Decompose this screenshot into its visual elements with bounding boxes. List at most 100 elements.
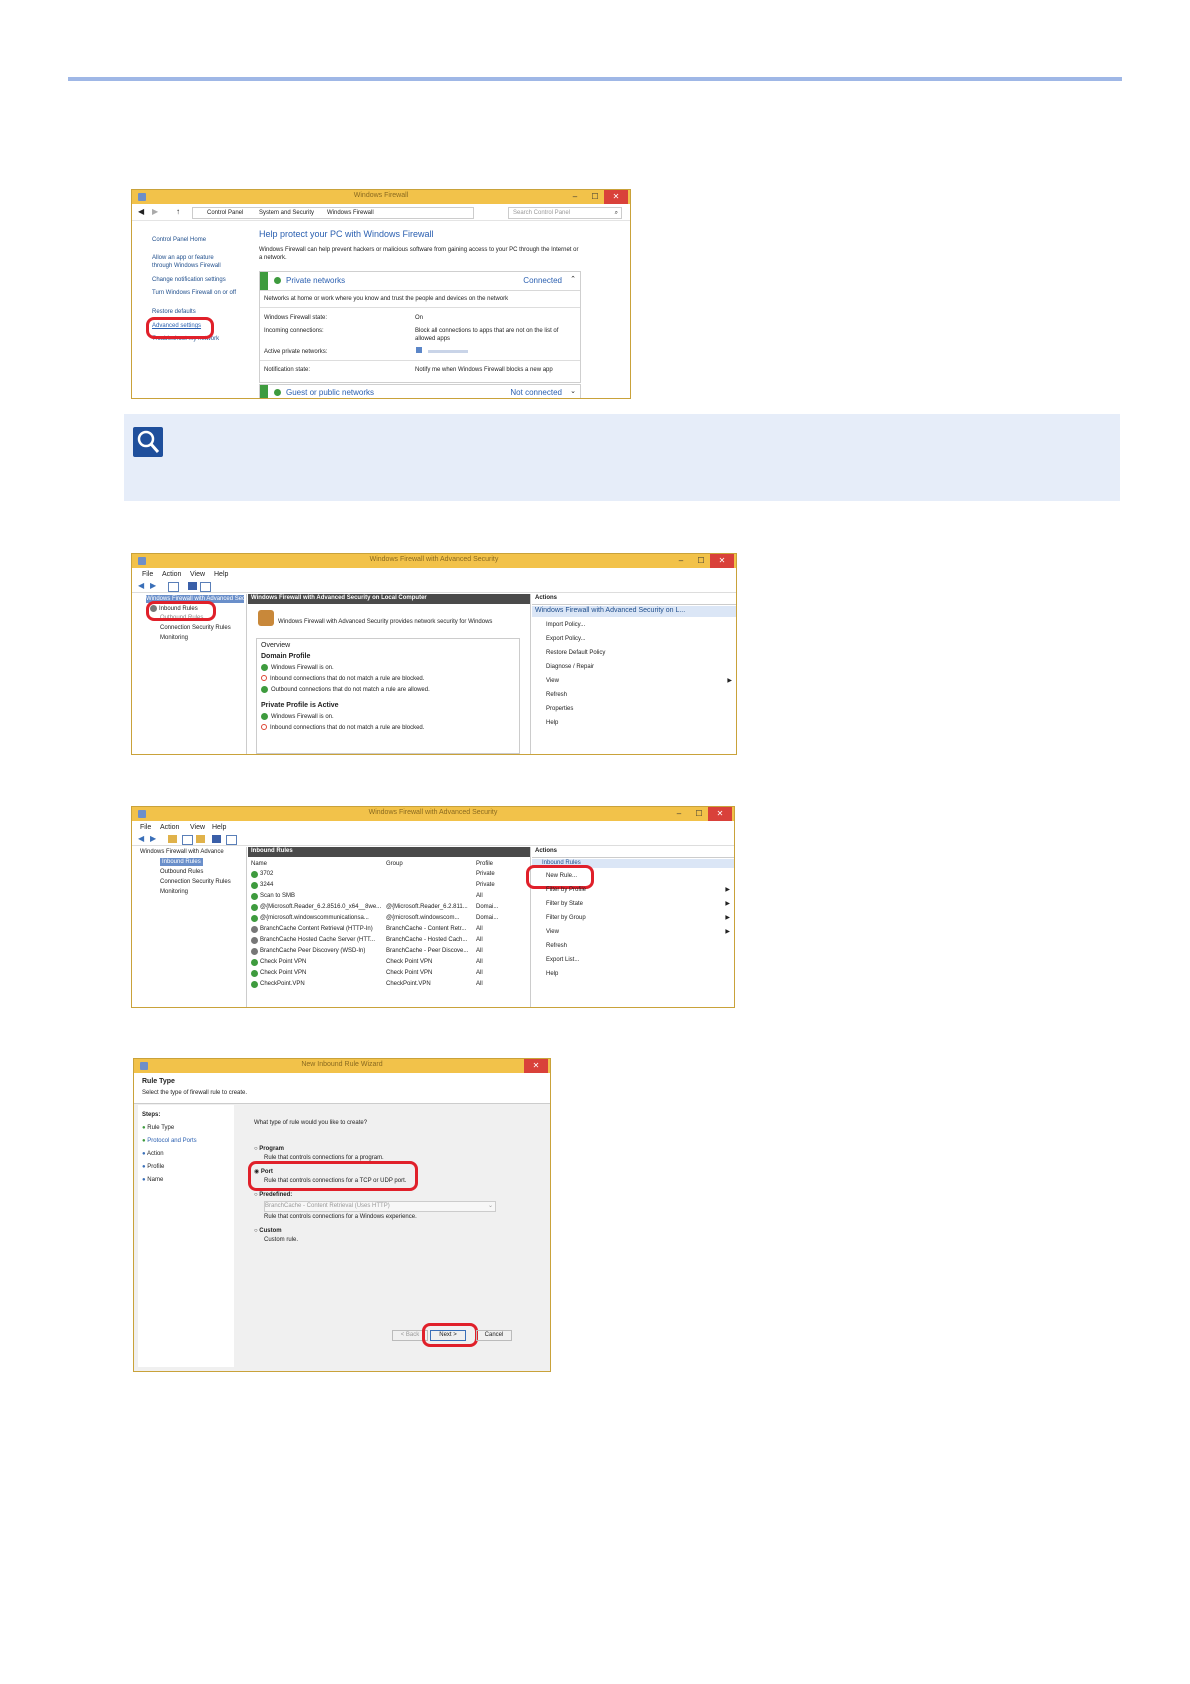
sidebar-home[interactable]: Control Panel Home [152,236,206,244]
maximize-button[interactable]: ☐ [690,807,708,821]
table-row[interactable]: @{Microsoft.Reader_6.2.8516.0_x64__8we..… [248,903,530,913]
export-icon[interactable] [196,835,205,843]
action-help[interactable]: Help [546,719,558,727]
minimize-button[interactable]: – [670,807,688,821]
maximize-button[interactable]: ☐ [586,190,604,204]
crumb-windows-firewall[interactable]: Windows Firewall [327,209,374,217]
menu-file[interactable]: File [142,570,153,579]
tree-monitoring[interactable]: Monitoring [160,634,188,642]
step-action: ● Action [142,1150,164,1158]
properties-icon[interactable] [226,835,237,845]
forward-arrow-icon[interactable]: ▶ [152,207,158,217]
search-input[interactable]: Search Control Panel ⌕ [508,207,622,219]
menu-action[interactable]: Action [162,570,181,579]
help-icon[interactable] [188,582,197,590]
forward-arrow-icon[interactable]: ▶ [150,834,156,844]
steps-label: Steps: [142,1112,161,1118]
close-button[interactable]: ✕ [710,554,734,568]
maximize-button[interactable]: ☐ [692,554,710,568]
sidebar-turn-on-off[interactable]: Turn Windows Firewall on or off [152,289,238,297]
action-export-policy[interactable]: Export Policy... [546,635,586,643]
action-refresh[interactable]: Refresh [546,942,567,950]
sidebar-change-notif[interactable]: Change notification settings [152,276,226,284]
properties-icon[interactable] [200,582,211,592]
option-program[interactable]: ○ Program [254,1145,284,1153]
tree-inbound-rules[interactable]: Inbound Rules [160,858,203,866]
action-help[interactable]: Help [546,970,558,978]
table-row[interactable]: BranchCache Peer Discovery (WSD-In) Branc… [248,947,530,957]
table-row[interactable]: Check Point VPN Check Point VPN All [248,958,530,968]
cancel-button[interactable]: Cancel [476,1330,512,1341]
private-title: Private networks [286,276,346,285]
show-hide-tree-icon[interactable] [182,835,193,845]
tree-monitoring[interactable]: Monitoring [160,888,188,896]
minimize-button[interactable]: – [672,554,690,568]
rule-status-icon [251,882,258,889]
action-view[interactable]: View [546,677,559,685]
col-group[interactable]: Group [386,860,403,868]
action-filter-group[interactable]: Filter by Group [546,914,586,922]
guest-title: Guest or public networks [286,388,375,397]
action-restore-default[interactable]: Restore Default Policy [546,649,605,657]
table-row[interactable]: BranchCache Hosted Cache Server (HTT... B… [248,936,530,946]
tree-connection-security[interactable]: Connection Security Rules [160,624,231,632]
sidebar-allow-app[interactable]: Allow an app or feature through Windows … [152,254,234,270]
back-arrow-icon[interactable]: ◀ [138,834,144,844]
tree-root[interactable]: Windows Firewall with Advance [140,848,224,856]
close-button[interactable]: ✕ [604,190,628,204]
step-profile: ● Profile [142,1163,164,1171]
table-row[interactable]: 3702 Private [248,870,530,880]
crumb-system-security[interactable]: System and Security [259,209,314,217]
col-name[interactable]: Name [251,860,267,868]
table-row[interactable]: @{microsoft.windowscommunicationsa... @{m… [248,914,530,924]
up-folder-icon[interactable] [168,835,177,843]
close-button[interactable]: ✕ [708,807,732,821]
action-refresh[interactable]: Refresh [546,691,567,699]
sidebar-restore[interactable]: Restore defaults [152,308,196,316]
predefined-select[interactable]: BranchCache - Content Retrieval (Uses HT… [264,1201,496,1212]
action-properties[interactable]: Properties [546,705,573,713]
action-export-list[interactable]: Export List... [546,956,579,964]
menu-help[interactable]: Help [212,823,226,832]
tree-connection-security[interactable]: Connection Security Rules [160,878,231,886]
actions-selected[interactable]: Windows Firewall with Advanced Security … [532,606,736,617]
rule-name: Scan to SMB [260,893,296,899]
option-predefined[interactable]: ○ Predefined: [254,1191,292,1199]
action-filter-profile[interactable]: Filter by Profile [546,886,586,894]
chevron-up-icon[interactable]: ⌃ [570,275,576,284]
close-button[interactable]: ✕ [524,1059,548,1073]
action-filter-state[interactable]: Filter by State [546,900,583,908]
menu-view[interactable]: View [190,570,205,579]
chevron-down-icon[interactable]: ⌄ [570,387,576,396]
action-view[interactable]: View [546,928,559,936]
step-action-label: Action [146,1151,164,1157]
table-row[interactable]: CheckPoint.VPN CheckPoint.VPN All [248,980,530,990]
up-arrow-icon[interactable]: ↑ [176,207,180,217]
guest-networks-header[interactable]: Guest or public networks Not connected ⌄ [259,384,581,398]
crumb-control-panel[interactable]: Control Panel [207,209,243,217]
col-profile[interactable]: Profile [476,860,493,868]
incoming-value: Block all connections to apps that are n… [415,328,559,342]
menu-help[interactable]: Help [214,570,228,579]
table-row[interactable]: Scan to SMB All [248,892,530,902]
table-row[interactable]: BranchCache Content Retrieval (HTTP-In) B… [248,925,530,935]
minimize-button[interactable]: – [566,190,584,204]
menu-file[interactable]: File [140,823,151,832]
private-header[interactable]: Private networks Connected ⌃ [260,272,580,291]
table-row[interactable]: Check Point VPN Check Point VPN All [248,969,530,979]
show-hide-tree-icon[interactable] [168,582,179,592]
forward-arrow-icon[interactable]: ▶ [150,581,156,591]
menu-view[interactable]: View [190,823,205,832]
tree-outbound-rules[interactable]: Outbound Rules [160,868,203,876]
help-icon[interactable] [212,835,221,843]
back-arrow-icon[interactable]: ◀ [138,581,144,591]
back-arrow-icon[interactable]: ◀ [138,207,144,217]
action-diagnose-repair[interactable]: Diagnose / Repair [546,663,594,671]
menu-action[interactable]: Action [160,823,179,832]
option-custom[interactable]: ○ Custom [254,1227,282,1235]
rule-profile: All [476,959,483,965]
address-bar[interactable]: Control Panel System and Security Window… [192,207,474,219]
table-row[interactable]: 3244 Private [248,881,530,891]
action-import-policy[interactable]: Import Policy... [546,621,585,629]
window-title: Windows Firewall [353,192,409,199]
